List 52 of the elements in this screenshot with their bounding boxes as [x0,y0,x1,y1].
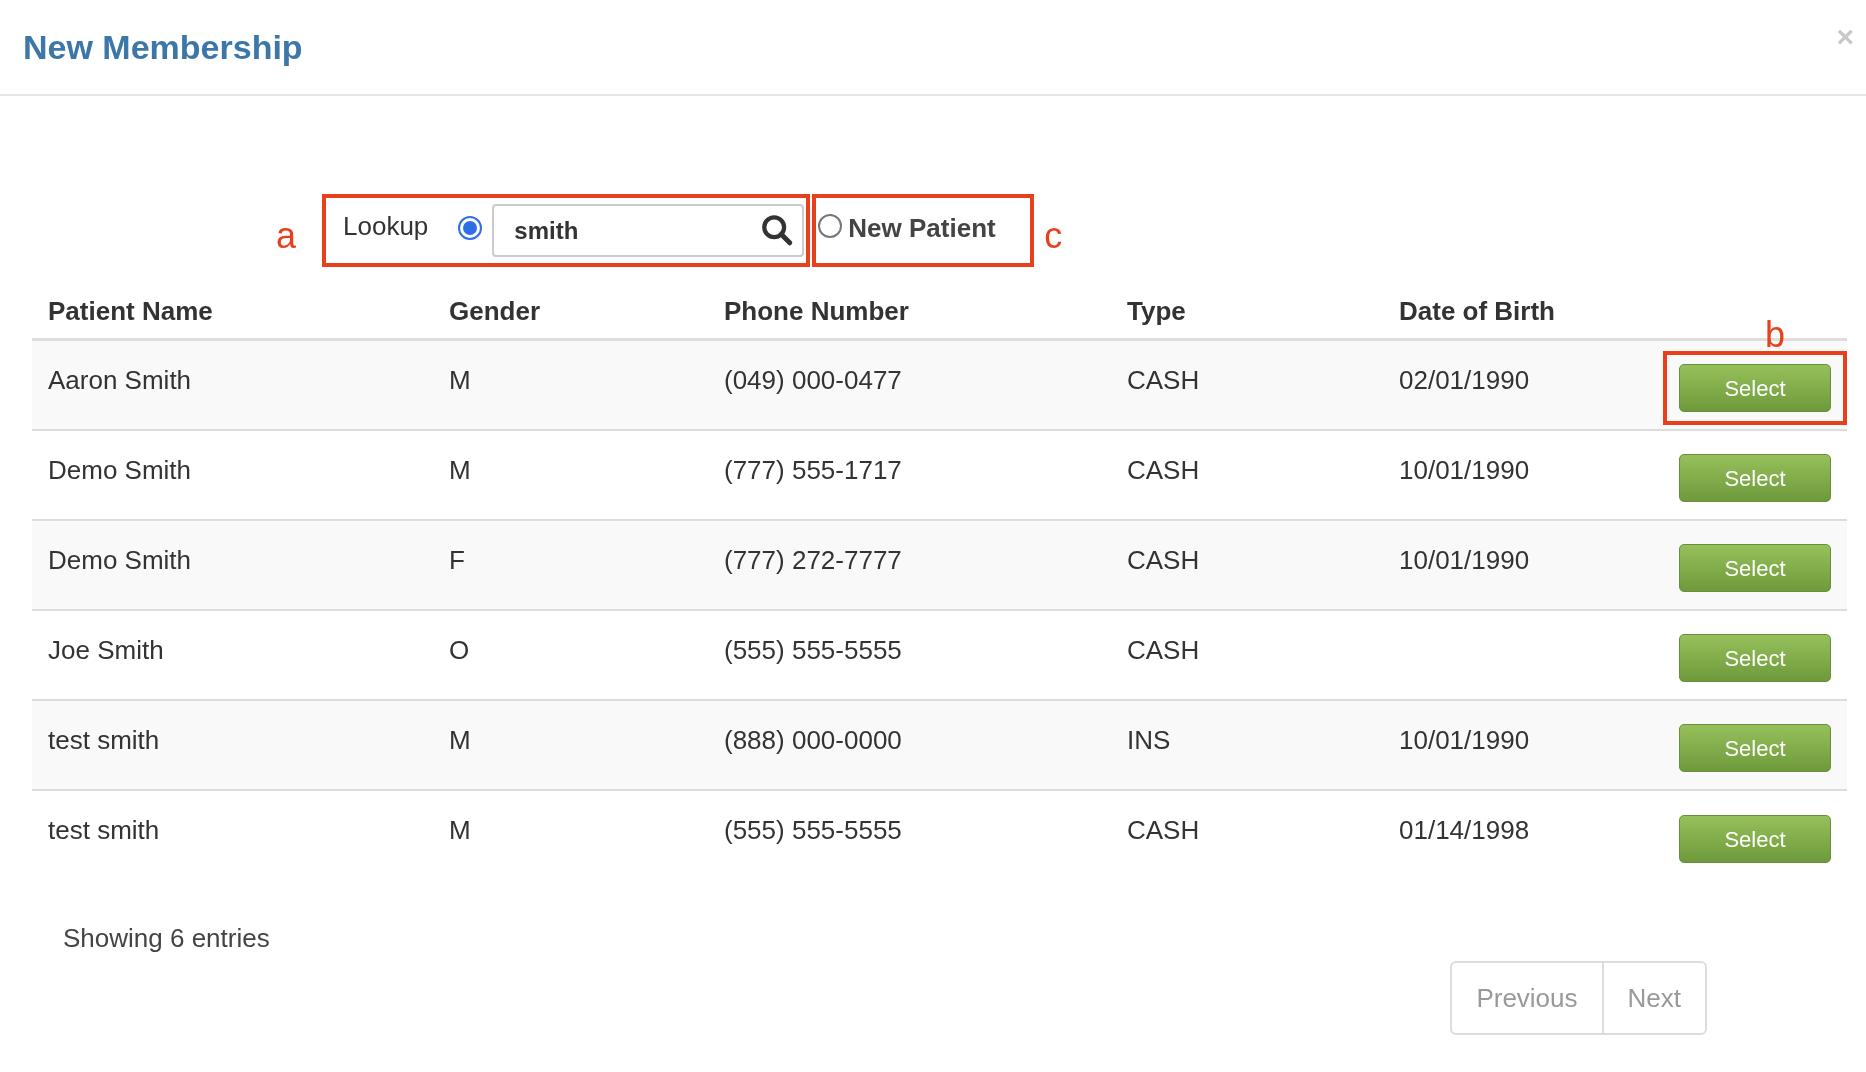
table-cell: 10/01/1990 [1399,455,1530,485]
table-cell: INS [1127,725,1171,755]
option-label: Lookup [343,210,429,243]
table-cell: (555) 555-5555 [724,815,902,845]
radio-button[interactable] [458,215,483,240]
select-button[interactable]: Select [1679,815,1831,863]
search-icon[interactable] [760,213,795,247]
column-header: Phone Number [723,295,910,328]
close-button[interactable]: × [1836,22,1854,52]
select-button[interactable]: Select [1679,454,1831,502]
table-cell: test smith [48,815,160,845]
table-cell: (777) 272-7777 [724,545,902,575]
table-cell: CASH [1127,545,1200,575]
table-cell: Aaron Smith [48,365,192,395]
table-cell: (049) 000-0477 [724,365,902,395]
table-cell: Joe Smith [48,635,164,665]
table-cell: 10/01/1990 [1399,725,1530,755]
table-cell: CASH [1127,455,1200,485]
annotation-label: a [276,217,297,254]
table-cell: O [449,635,470,665]
table-cell: M [449,455,471,485]
select-button[interactable]: Select [1679,634,1831,682]
dialog-title: New Membership [23,26,303,68]
table-cell: (888) 000-0000 [724,725,902,755]
table-cell: Demo Smith [48,455,192,485]
table-cell: (555) 555-5555 [724,635,902,665]
table-cell: test smith [48,725,160,755]
select-button[interactable]: Select [1679,364,1831,412]
table-cell: F [449,545,465,575]
select-button[interactable]: Select [1679,544,1831,592]
table-cell: CASH [1127,635,1200,665]
option-label: New Patient [848,212,996,245]
table-cell: CASH [1127,815,1200,845]
column-header: Gender [448,295,542,328]
table-cell: Demo Smith [48,545,192,575]
radio-button[interactable] [818,213,843,238]
column-header: Type [1126,295,1187,328]
table-cell: (777) 555-1717 [724,455,902,485]
table-cell: CASH [1127,365,1200,395]
column-header: Patient Name [47,295,214,328]
table-cell: M [449,815,471,845]
select-button[interactable]: Select [1679,724,1831,772]
annotation-label: b [1764,317,1785,353]
table-cell: M [449,365,471,395]
annotation-label: c [1044,217,1063,254]
table-cell: 01/14/1998 [1399,815,1530,845]
search-field[interactable]: smith [492,204,805,257]
column-header: Date of Birth [1398,295,1556,328]
table-cell: M [449,725,471,755]
table-cell: 02/01/1990 [1399,365,1530,395]
table-cell: 10/01/1990 [1399,545,1530,575]
entries-info: Showing 6 entries [63,922,270,955]
